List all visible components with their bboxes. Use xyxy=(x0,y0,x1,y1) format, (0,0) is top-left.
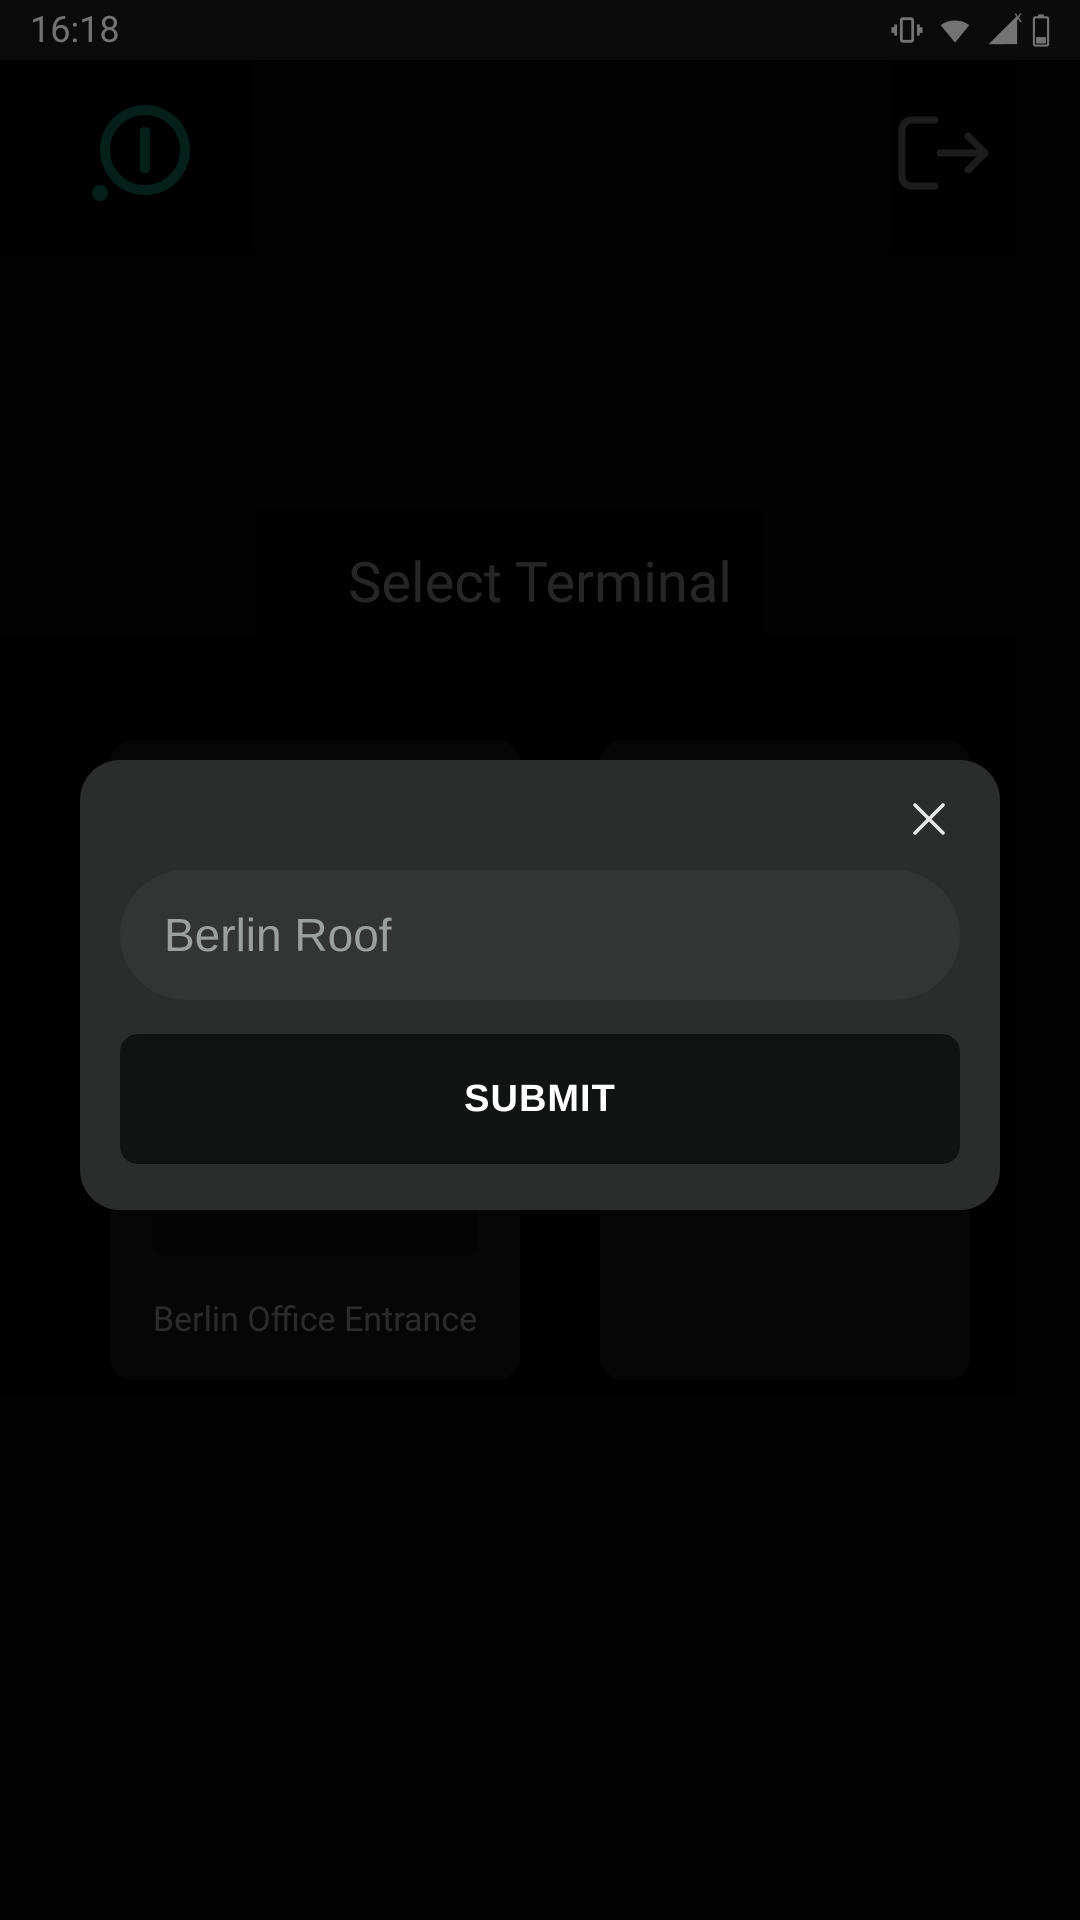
close-button[interactable] xyxy=(904,796,954,846)
close-icon xyxy=(909,799,949,843)
name-terminal-modal: SUBMIT xyxy=(80,760,1000,1210)
terminal-name-input[interactable] xyxy=(120,870,960,1000)
screen-root: 16:18 x xyxy=(0,0,1080,1920)
submit-button[interactable]: SUBMIT xyxy=(120,1034,960,1164)
